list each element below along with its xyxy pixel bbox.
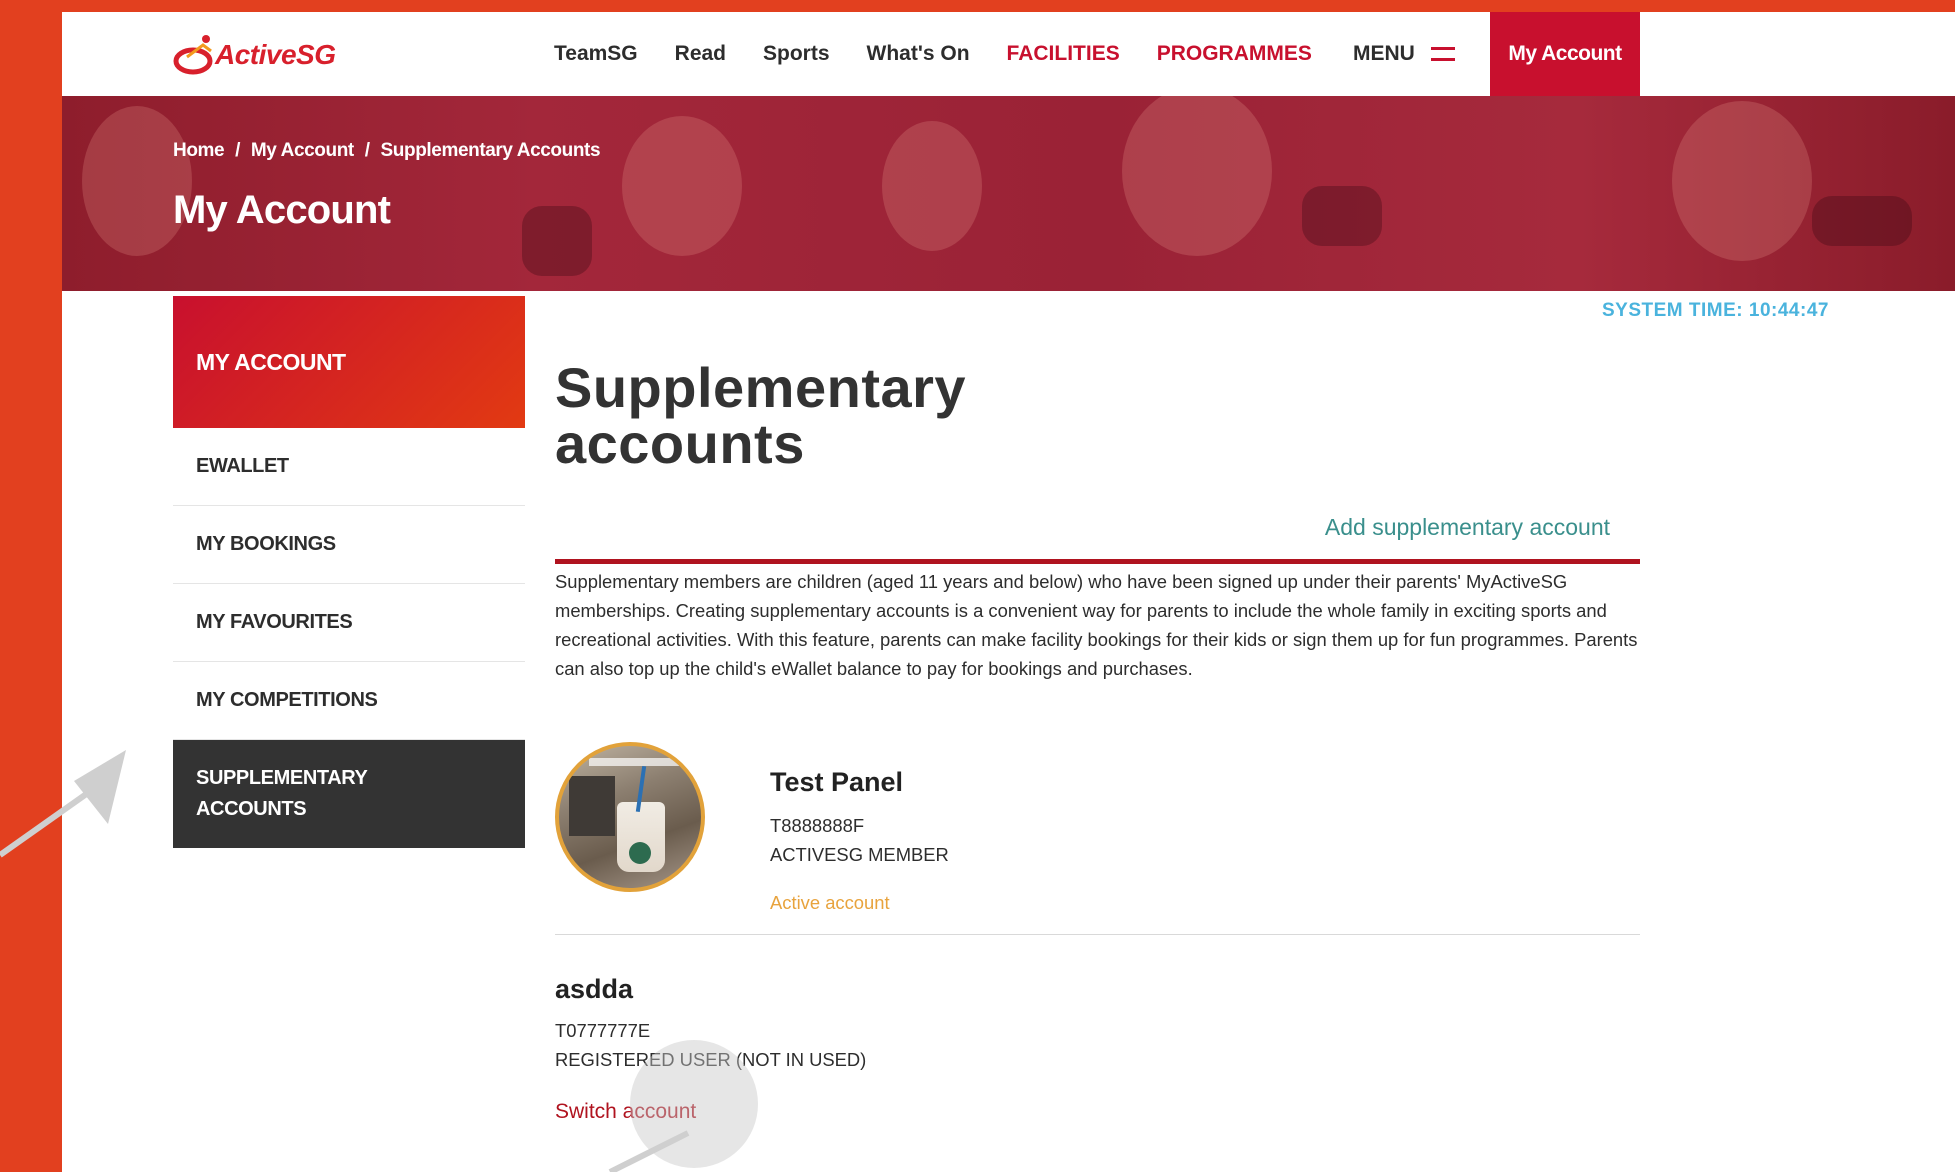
- page-title: Supplementary accounts: [555, 360, 966, 472]
- sidebar-item-my-bookings[interactable]: MY BOOKINGS: [173, 506, 525, 584]
- page-title-line2: accounts: [555, 412, 805, 475]
- nav-programmes[interactable]: PROGRAMMES: [1157, 42, 1312, 66]
- hero-photo-shape: [882, 121, 982, 251]
- supplementary-id: T0777777E: [555, 1020, 651, 1041]
- supplementary-name: asdda: [555, 974, 634, 1004]
- logo-text: ActiveSG: [215, 39, 336, 70]
- breadcrumb-my-account[interactable]: My Account: [251, 140, 354, 161]
- hero-photo-shape: [622, 116, 742, 256]
- hero-photo-shape: [1122, 96, 1272, 256]
- breadcrumb-current: Supplementary Accounts: [380, 140, 601, 161]
- nav-sports[interactable]: Sports: [763, 42, 830, 66]
- breadcrumb-separator: /: [235, 140, 240, 161]
- sidebar-heading[interactable]: MY ACCOUNT: [173, 296, 525, 428]
- member-id: T8888888F: [770, 815, 865, 836]
- page: ActiveSG TeamSG Read Sports What's On FA…: [62, 12, 1955, 1172]
- page-title-line1: Supplementary: [555, 356, 967, 419]
- activesg-logo[interactable]: ActiveSG: [173, 24, 343, 86]
- system-time: SYSTEM TIME: 10:44:47: [1602, 300, 1829, 321]
- nav-read[interactable]: Read: [675, 42, 726, 66]
- hero-photo-shape: [1672, 101, 1812, 261]
- photo-detail: [569, 776, 615, 836]
- photo-detail: [589, 758, 679, 766]
- section-divider: [555, 559, 1640, 564]
- top-navigation-bar: ActiveSG TeamSG Read Sports What's On FA…: [62, 12, 1955, 96]
- my-account-button[interactable]: My Account: [1490, 12, 1640, 96]
- member-status: Active account: [770, 892, 890, 913]
- member-name: Test Panel: [770, 767, 904, 797]
- sidebar-item-my-competitions[interactable]: MY COMPETITIONS: [173, 662, 525, 740]
- account-sidebar: MY ACCOUNT EWALLET MY BOOKINGS MY FAVOUR…: [173, 296, 525, 848]
- main-nav: TeamSG Read Sports What's On FACILITIES …: [554, 12, 1349, 96]
- hero-photo-shape: [82, 106, 192, 256]
- hero-title: My Account: [173, 188, 391, 232]
- photo-cup-logo: [629, 842, 651, 864]
- member-divider: [555, 934, 1640, 935]
- sidebar-active-label-line2: ACCOUNTS: [196, 798, 307, 820]
- hero-photo-shape: [1812, 196, 1912, 246]
- breadcrumb-home[interactable]: Home: [173, 140, 225, 161]
- hero-photo-shape: [522, 206, 592, 276]
- sidebar-active-label-line1: SUPPLEMENTARY: [196, 767, 368, 789]
- nav-whats-on[interactable]: What's On: [867, 42, 970, 66]
- add-supplementary-account-link[interactable]: Add supplementary account: [1325, 514, 1610, 541]
- member-avatar[interactable]: [555, 742, 705, 892]
- menu-toggle[interactable]: MENU: [1353, 12, 1455, 96]
- breadcrumb-separator: /: [364, 140, 370, 161]
- nav-teamsg[interactable]: TeamSG: [554, 42, 638, 66]
- click-indicator: [630, 1040, 758, 1168]
- logo-runner-icon: [173, 35, 213, 75]
- sidebar-item-my-favourites[interactable]: MY FAVOURITES: [173, 584, 525, 662]
- description-text: Supplementary members are children (aged…: [555, 571, 1638, 679]
- sidebar-item-supplementary-accounts[interactable]: SUPPLEMENTARY ACCOUNTS: [173, 740, 525, 848]
- hero-photo-shape: [1302, 186, 1382, 246]
- hamburger-icon: [1430, 47, 1455, 61]
- nav-facilities[interactable]: FACILITIES: [1007, 42, 1120, 66]
- breadcrumb: Home / My Account / Supplementary Accoun…: [173, 140, 606, 162]
- sidebar-item-ewallet[interactable]: EWALLET: [173, 428, 525, 506]
- member-type: ACTIVESG MEMBER: [770, 844, 949, 865]
- hero-banner: Home / My Account / Supplementary Accoun…: [62, 96, 1955, 291]
- menu-label: MENU: [1353, 42, 1415, 65]
